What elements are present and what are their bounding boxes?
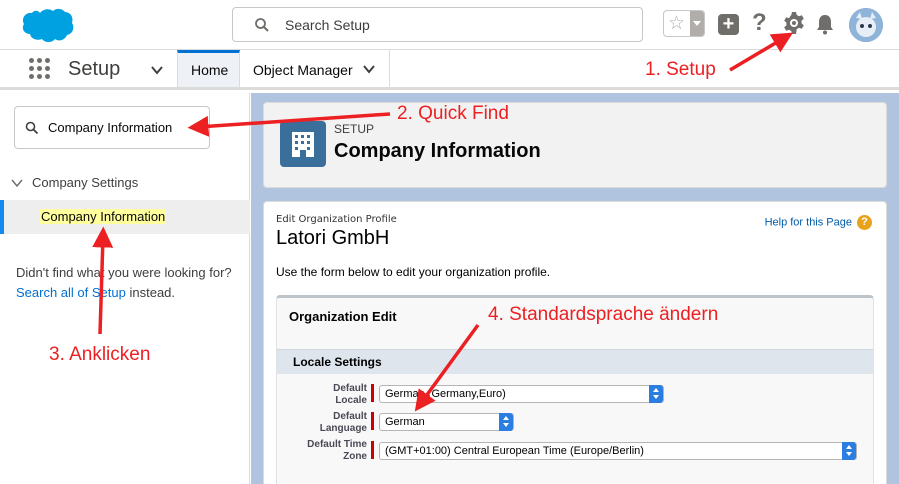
default-language-label: Default Language: [277, 411, 367, 435]
label-line: Default Time: [307, 439, 367, 450]
salesforce-cloud-icon[interactable]: [15, 6, 75, 46]
locale-settings-header: Locale Settings: [277, 349, 873, 374]
tree-parent-company-settings[interactable]: Company Settings: [32, 175, 138, 190]
tab-object-manager[interactable]: Object Manager: [240, 50, 390, 87]
org-profile-panel: Edit Organization Profile Latori GmbH He…: [263, 201, 887, 484]
help-link-label: Help for this Page: [764, 216, 852, 229]
page-title: Company Information: [334, 140, 541, 162]
label-line: Locale: [335, 395, 367, 406]
search-all-link[interactable]: Search all of Setup: [16, 285, 126, 300]
bell-icon[interactable]: [815, 13, 835, 35]
tree-item-company-information[interactable]: Company Information: [0, 200, 250, 234]
help-for-this-page-link[interactable]: Help for this Page?: [765, 215, 872, 230]
chevron-down-icon[interactable]: [11, 178, 23, 188]
select-value: (GMT+01:00) Central European Time (Europ…: [385, 445, 644, 457]
annotation-step2: 2. Quick Find: [397, 103, 509, 124]
global-actions-button[interactable]: +: [718, 14, 739, 35]
tree-item-label: Company Information: [40, 209, 167, 224]
default-time-zone-select[interactable]: (GMT+01:00) Central European Time (Europ…: [379, 442, 857, 460]
required-marker: [371, 384, 374, 402]
label-line: Default: [333, 383, 367, 394]
not-found-hint: Didn't find what you were looking for? S…: [16, 263, 236, 303]
chevron-down-icon[interactable]: [150, 63, 164, 77]
favorites-dropdown-caret[interactable]: [690, 11, 704, 36]
quick-find-value: Company Information: [48, 120, 173, 135]
annotation-step3: 3. Anklicken: [49, 344, 151, 365]
avatar-image: [849, 8, 883, 42]
org-name: Latori GmbH: [276, 227, 390, 249]
annotation-step4: 4. Standardsprache ändern: [488, 304, 719, 325]
required-marker: [371, 441, 374, 459]
panel-eyebrow: Edit Organization Profile: [276, 214, 397, 225]
app-launcher-icon[interactable]: [29, 58, 51, 80]
main-content: SETUP Company Information Edit Organizat…: [251, 93, 899, 484]
section-title: Locale Settings: [293, 355, 382, 369]
chevron-down-icon[interactable]: [362, 63, 376, 75]
search-icon: [25, 121, 39, 135]
app-nav-bar: Setup Home Object Manager: [0, 50, 899, 90]
gear-icon[interactable]: [782, 11, 806, 35]
star-icon: ☆: [668, 13, 686, 34]
tab-home[interactable]: Home: [177, 50, 240, 87]
help-icon[interactable]: ?: [752, 9, 767, 37]
app-name: Setup: [68, 58, 121, 80]
search-placeholder: Search Setup: [285, 17, 370, 33]
quick-find-input[interactable]: Company Information: [14, 106, 210, 149]
building-icon: [280, 121, 326, 167]
instead-text: instead.: [129, 285, 176, 300]
label-line: Zone: [343, 451, 367, 462]
page-header: SETUP Company Information: [263, 102, 887, 188]
intro-text: Use the form below to edit your organiza…: [276, 265, 551, 279]
label-line: Default: [333, 411, 367, 422]
annotation-step1: 1. Setup: [645, 59, 716, 80]
app-root: Search Setup ☆ + ? Setup Home Object Man…: [0, 0, 899, 484]
required-marker: [371, 412, 374, 430]
avatar[interactable]: [849, 8, 883, 42]
default-locale-select[interactable]: German (Germany,Euro): [379, 385, 664, 403]
select-arrows-icon: [842, 442, 856, 460]
select-arrows-icon: [499, 413, 513, 431]
setup-sidebar: Company Information Company Settings Com…: [0, 93, 250, 484]
default-time-zone-label: Default Time Zone: [277, 439, 367, 463]
default-locale-label: Default Locale: [277, 383, 367, 407]
select-arrows-icon: [649, 385, 663, 403]
help-icon: ?: [857, 215, 872, 230]
plus-icon: +: [722, 13, 735, 35]
select-value: German: [385, 416, 425, 428]
global-header: Search Setup ☆ + ?: [0, 0, 899, 50]
label-line: Language: [319, 423, 367, 434]
global-search-box[interactable]: Search Setup: [232, 7, 643, 42]
default-language-select[interactable]: German: [379, 413, 514, 431]
search-icon: [255, 18, 269, 32]
not-found-text: Didn't find what you were looking for?: [16, 265, 232, 280]
select-value: German (Germany,Euro): [385, 388, 506, 400]
favorites-button[interactable]: ☆: [663, 10, 705, 37]
block-title: Organization Edit: [289, 309, 397, 324]
tab-object-manager-label: Object Manager: [253, 62, 353, 78]
tab-home-label: Home: [191, 62, 229, 78]
page-eyebrow: SETUP: [334, 122, 375, 136]
